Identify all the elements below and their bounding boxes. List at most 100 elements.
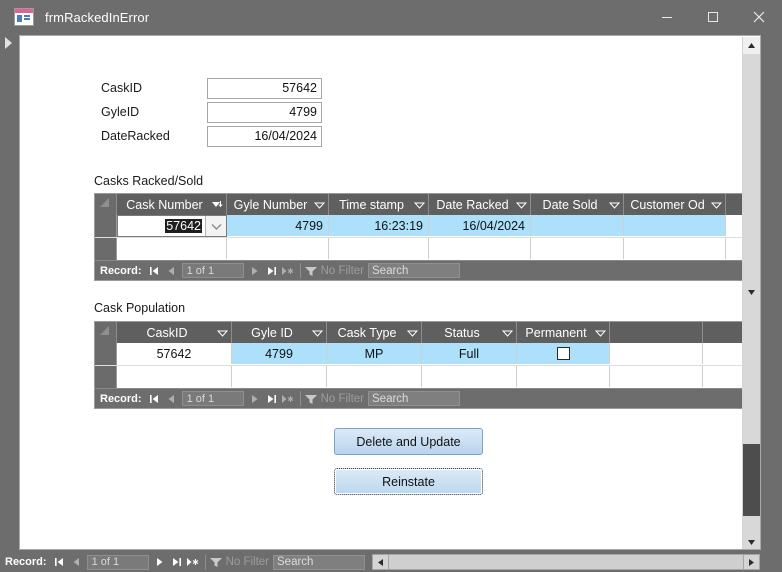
new-record-button[interactable]	[185, 554, 202, 571]
column-header-cask-number[interactable]: Cask Number	[117, 194, 227, 215]
column-header-caskid[interactable]: CaskID	[117, 322, 232, 343]
scrollbar-thumb[interactable]	[743, 444, 760, 516]
form-horizontal-scrollbar[interactable]	[372, 552, 782, 572]
new-record-button[interactable]	[280, 390, 297, 407]
cell-permanent[interactable]	[517, 343, 610, 364]
cask-population-datasheet[interactable]: CaskID Gyle ID Cask Type Status Permanen…	[94, 321, 746, 409]
expand-navigation-pane-icon[interactable]	[3, 36, 15, 50]
combo-dropdown-icon[interactable]	[205, 216, 226, 236]
next-record-button[interactable]	[246, 262, 263, 279]
scroll-down-indicator-icon[interactable]	[743, 284, 760, 301]
row-selector[interactable]	[95, 343, 117, 365]
minimize-icon[interactable]	[644, 0, 690, 34]
cell-gyle-id[interactable]: 4799	[232, 343, 327, 364]
chevron-down-icon[interactable]	[593, 329, 607, 337]
new-record-button[interactable]	[280, 262, 297, 279]
chevron-down-icon[interactable]	[709, 201, 723, 209]
row-selector[interactable]	[95, 215, 117, 237]
new-cell-gyle-id[interactable]	[232, 366, 327, 387]
cell-caskid[interactable]: 57642	[117, 343, 232, 364]
record-position-input[interactable]: 1 of 1	[181, 391, 244, 406]
previous-record-button[interactable]	[163, 262, 180, 279]
permanent-checkbox[interactable]	[556, 347, 570, 360]
dateracked-input[interactable]: 16/04/2024	[207, 126, 322, 147]
record-position-input[interactable]: 1 of 1	[86, 554, 149, 570]
cell-cask-number-editing[interactable]: 57642	[117, 215, 227, 237]
chevron-down-icon[interactable]	[405, 329, 419, 337]
filter-toggle-racked[interactable]: No Filter	[304, 265, 364, 277]
new-cell-caskid[interactable]	[117, 366, 232, 387]
column-header-cask-type[interactable]: Cask Type	[327, 322, 422, 343]
last-record-button[interactable]	[168, 554, 185, 571]
next-record-button[interactable]	[246, 390, 263, 407]
column-header-time-stamp[interactable]: Time stamp	[329, 194, 429, 215]
cell-empty[interactable]	[610, 343, 703, 364]
last-record-button[interactable]	[263, 390, 280, 407]
new-cell-permanent[interactable]	[517, 366, 610, 387]
scroll-down-button[interactable]	[743, 534, 760, 549]
navigation-pane-collapsed[interactable]	[0, 34, 18, 552]
delete-and-update-button[interactable]: Delete and Update	[334, 428, 483, 455]
chevron-down-icon[interactable]	[607, 201, 621, 209]
cell-date-racked[interactable]: 16/04/2024	[429, 215, 531, 236]
previous-record-button[interactable]	[163, 390, 180, 407]
cell-customer-od[interactable]	[624, 215, 726, 236]
chevron-down-icon[interactable]	[310, 329, 324, 337]
sort-filter-icon[interactable]	[210, 200, 224, 210]
new-cell-status[interactable]	[422, 366, 517, 387]
cell-time-stamp[interactable]: 16:23:19	[329, 215, 429, 236]
select-all-corner[interactable]	[95, 194, 117, 215]
chevron-down-icon[interactable]	[412, 201, 426, 209]
scroll-left-button[interactable]	[372, 554, 389, 570]
scroll-up-button[interactable]	[743, 37, 760, 54]
new-record-row[interactable]	[95, 366, 745, 388]
datasheet-search-input[interactable]: Search	[368, 263, 461, 278]
row-selector-new[interactable]	[95, 238, 117, 260]
close-icon[interactable]	[736, 0, 782, 34]
filter-toggle-form[interactable]: No Filter	[209, 556, 269, 568]
new-cell-gyle-number[interactable]	[227, 238, 329, 259]
column-header-permanent[interactable]: Permanent	[517, 322, 610, 343]
scrollbar-track[interactable]	[743, 54, 760, 534]
first-record-button[interactable]	[146, 390, 163, 407]
gyleid-input[interactable]: 4799	[207, 102, 322, 123]
column-header-date-racked[interactable]: Date Racked	[429, 194, 531, 215]
new-cell-customer-od[interactable]	[624, 238, 726, 259]
first-record-button[interactable]	[51, 554, 68, 571]
column-header-gyle-number[interactable]: Gyle Number	[227, 194, 329, 215]
new-record-row[interactable]	[95, 238, 746, 260]
new-cell-time-stamp[interactable]	[329, 238, 429, 259]
chevron-down-icon[interactable]	[500, 329, 514, 337]
datasheet-search-input[interactable]: Search	[368, 391, 461, 406]
row-selector-new[interactable]	[95, 366, 117, 388]
casks-racked-sold-datasheet[interactable]: Cask Number Gyle Number Time stamp Date …	[94, 193, 746, 281]
reinstate-button[interactable]: Reinstate	[334, 468, 483, 495]
cell-gyle-number[interactable]: 4799	[227, 215, 329, 236]
new-cell-cask-type[interactable]	[327, 366, 422, 387]
maximize-icon[interactable]	[690, 0, 736, 34]
new-cell-date-racked[interactable]	[429, 238, 531, 259]
select-all-corner[interactable]	[95, 322, 117, 343]
record-position-input[interactable]: 1 of 1	[181, 263, 244, 278]
new-cell-date-sold[interactable]	[531, 238, 624, 259]
cell-cask-type[interactable]: MP	[327, 343, 422, 364]
form-search-input[interactable]: Search	[273, 554, 366, 570]
new-cell-empty[interactable]	[610, 366, 703, 387]
filter-toggle-population[interactable]: No Filter	[304, 393, 364, 405]
caskid-input[interactable]: 57642	[207, 78, 322, 99]
chevron-down-icon[interactable]	[215, 329, 229, 337]
column-header-gyle-id[interactable]: Gyle ID	[232, 322, 327, 343]
next-record-button[interactable]	[151, 554, 168, 571]
column-header-customer-od[interactable]: Customer Od	[624, 194, 726, 215]
cell-date-sold[interactable]	[531, 215, 624, 236]
table-row[interactable]: 57642 4799 MP Full	[95, 343, 745, 366]
scroll-right-button[interactable]	[743, 554, 760, 570]
chevron-down-icon[interactable]	[514, 201, 528, 209]
form-vertical-scrollbar[interactable]	[742, 37, 760, 549]
chevron-down-icon[interactable]	[312, 201, 326, 209]
column-header-status[interactable]: Status	[422, 322, 517, 343]
first-record-button[interactable]	[146, 262, 163, 279]
scrollbar-track-horizontal[interactable]	[389, 554, 743, 570]
last-record-button[interactable]	[263, 262, 280, 279]
new-cell-cask-number[interactable]	[117, 238, 227, 259]
